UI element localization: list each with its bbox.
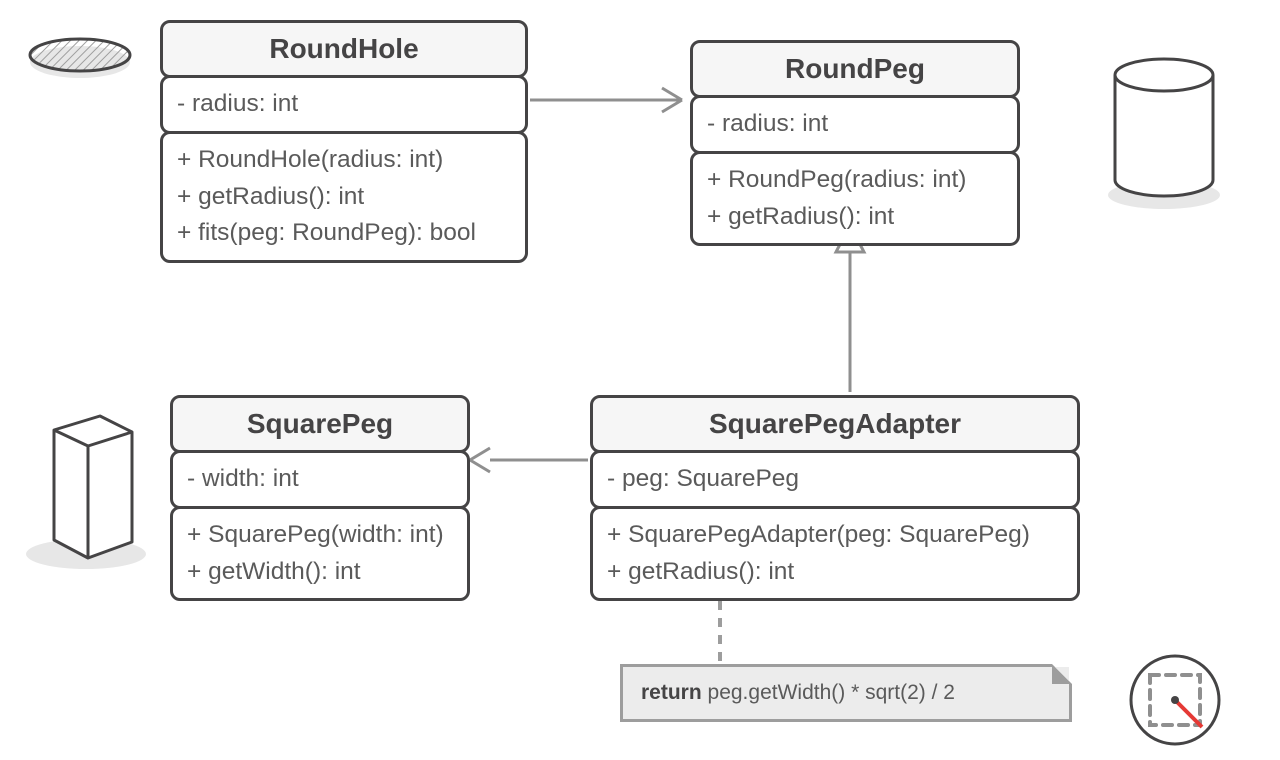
operation: + getWidth(): int <box>187 554 453 591</box>
class-roundhole: RoundHole - radius: int + RoundHole(radi… <box>160 20 528 263</box>
class-squarepeg: SquarePeg - width: int + SquarePeg(width… <box>170 395 470 601</box>
class-operations: + RoundHole(radius: int) + getRadius(): … <box>160 131 528 263</box>
uml-diagram: RoundHole - radius: int + RoundHole(radi… <box>0 0 1280 760</box>
arrow-adapter-to-squarepeg <box>470 448 588 472</box>
operation: + SquarePegAdapter(peg: SquarePeg) <box>607 517 1063 554</box>
class-title: SquarePeg <box>170 395 470 453</box>
class-attributes: - radius: int <box>160 75 528 134</box>
attribute: - peg: SquarePeg <box>607 461 1063 498</box>
arrow-adapter-inherits-roundpeg <box>836 225 864 392</box>
arrow-roundhole-to-roundpeg <box>530 88 682 112</box>
class-attributes: - radius: int <box>690 95 1020 154</box>
class-squarepegadapter: SquarePegAdapter - peg: SquarePeg + Squa… <box>590 395 1080 601</box>
class-title: RoundPeg <box>690 40 1020 98</box>
class-operations: + SquarePegAdapter(peg: SquarePeg) + get… <box>590 506 1080 602</box>
note-keyword: return <box>641 681 702 704</box>
attribute: - width: int <box>187 461 453 498</box>
note-fold-icon <box>1052 664 1072 684</box>
class-attributes: - width: int <box>170 450 470 509</box>
cylinder-icon <box>1108 59 1220 209</box>
code-note: return peg.getWidth() * sqrt(2) / 2 <box>620 664 1072 722</box>
attribute: - radius: int <box>177 86 511 123</box>
operation: + RoundHole(radius: int) <box>177 142 511 179</box>
class-roundpeg: RoundPeg - radius: int + RoundPeg(radius… <box>690 40 1020 246</box>
operation: + getRadius(): int <box>707 199 1003 236</box>
operation: + getRadius(): int <box>177 179 511 216</box>
class-title: RoundHole <box>160 20 528 78</box>
operation: + getRadius(): int <box>607 554 1063 591</box>
attribute: - radius: int <box>707 106 1003 143</box>
operation: + RoundPeg(radius: int) <box>707 162 1003 199</box>
class-operations: + SquarePeg(width: int) + getWidth(): in… <box>170 506 470 602</box>
cube-icon <box>26 416 146 569</box>
class-attributes: - peg: SquarePeg <box>590 450 1080 509</box>
square-in-circle-icon <box>1131 656 1219 744</box>
round-hole-icon <box>30 39 130 78</box>
operation: + fits(peg: RoundPeg): bool <box>177 215 511 252</box>
class-operations: + RoundPeg(radius: int) + getRadius(): i… <box>690 151 1020 247</box>
operation: + SquarePeg(width: int) <box>187 517 453 554</box>
class-title: SquarePegAdapter <box>590 395 1080 453</box>
note-body: peg.getWidth() * sqrt(2) / 2 <box>702 681 955 704</box>
